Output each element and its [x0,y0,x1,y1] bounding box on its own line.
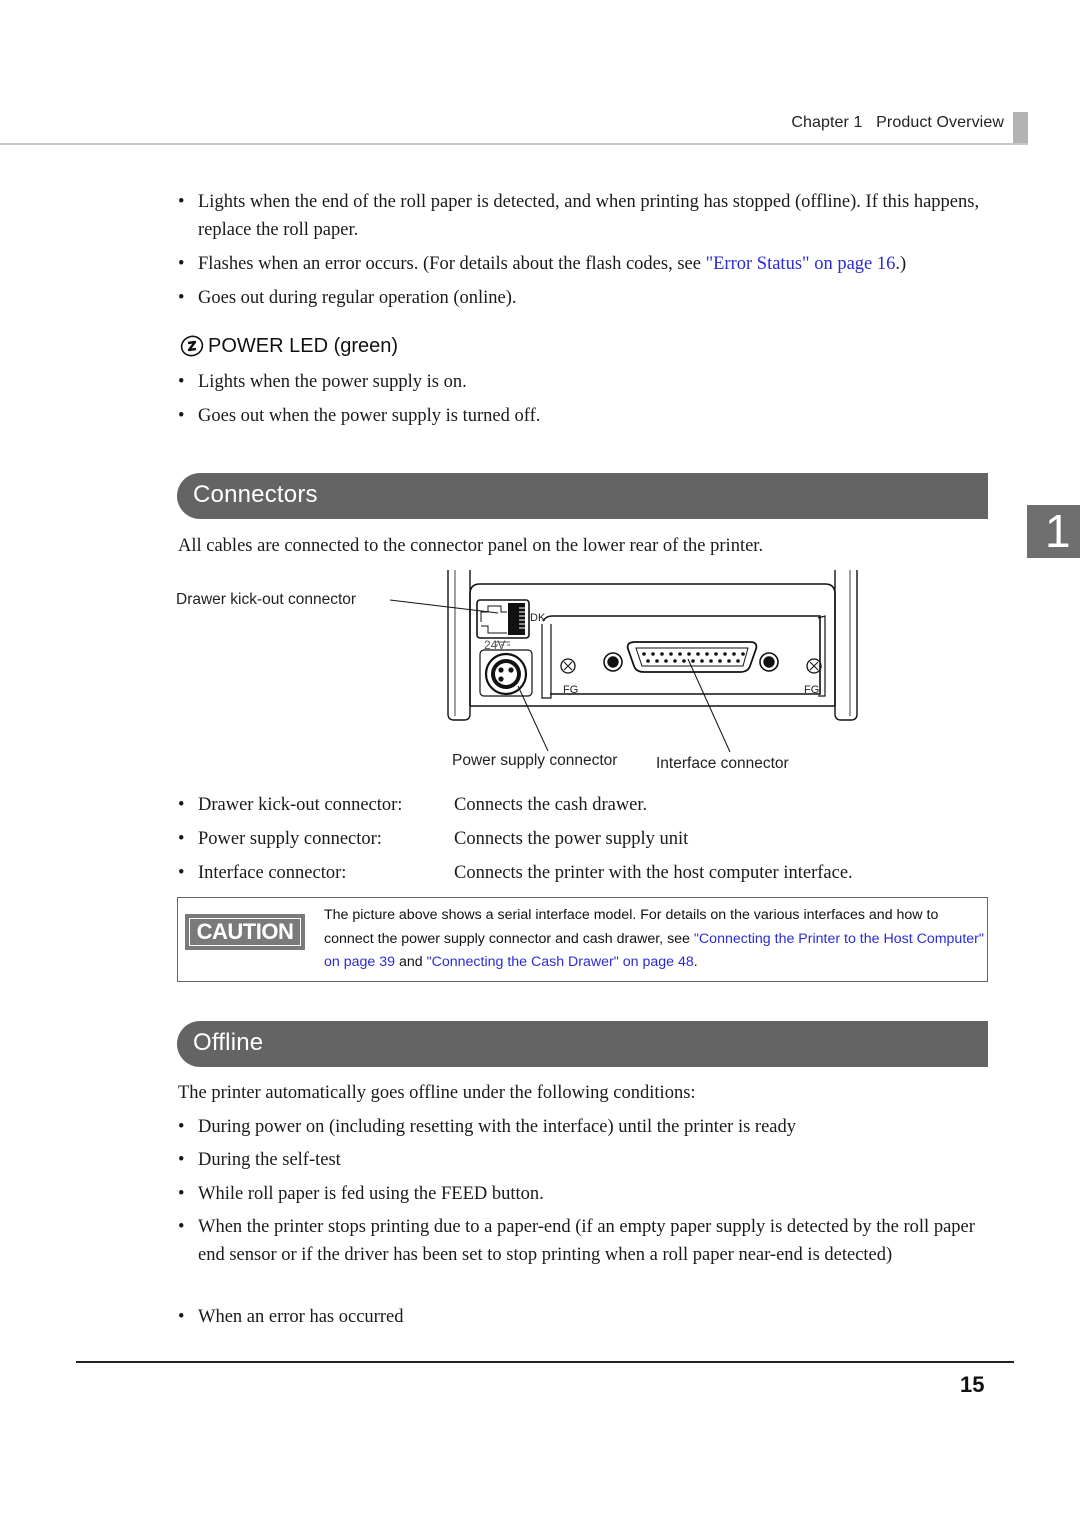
d-sub-pins [642,652,745,663]
bullet-icon: • [178,829,185,849]
bullet-icon: • [178,1217,185,1237]
header-rule [0,143,1028,145]
bullet-icon: • [178,1150,185,1170]
section-header-connectors: Connectors [177,473,988,519]
chapter-tab[interactable]: 1 [1027,505,1080,558]
list-item: • During power on (including resetting w… [178,1113,990,1141]
list-item: • Lights when the power supply is on. [178,368,990,396]
footer-rule [76,1361,1014,1363]
header-tab-marker [1013,112,1028,143]
list-item: • Goes out during regular operation (onl… [178,284,990,312]
leader-power [517,685,549,752]
list-item: • While roll paper is fed using the FEED… [178,1180,990,1208]
bullet-icon: • [178,288,185,308]
list-item: • During the self-test [178,1146,990,1174]
bullet-icon: • [178,1117,185,1137]
callout-drawer-kick-out: Drawer kick-out connector [176,591,357,608]
connector-panel-figure [389,570,858,753]
leader-drawer [389,599,499,614]
list-item: • Flashes when an error occurs. (For det… [178,250,1008,278]
power-led-heading: POWER LED (green) [180,334,398,358]
bullet-icon: • [178,372,185,392]
bullet-icon: • [178,254,185,274]
list-item: • Goes out when the power supply is turn… [178,402,990,430]
bullet-icon: • [178,863,185,883]
label-dk: DK [530,612,546,624]
bullet-icon: • [178,1184,185,1204]
power-led-icon [180,335,204,357]
section-header-offline: Offline [177,1021,988,1067]
page-number: 15 [960,1372,985,1397]
panel-outline [469,583,836,706]
running-header: Chapter 1 Product Overview [791,114,1004,132]
list-item: • When an error has occurred [178,1303,990,1331]
left-leg [447,570,471,721]
connectors-intro: All cables are connected to the connecto… [178,536,764,556]
label-fg-left: FG [563,684,579,696]
label-fg-right: FG [804,684,820,696]
link-connecting-cash-drawer[interactable]: "Connecting the Cash Drawer" on page 48 [427,954,694,970]
bullet-icon: • [178,192,185,212]
list-item: • When the printer stops printing due to… [178,1213,990,1269]
caution-text: The picture above shows a serial interfa… [324,907,984,970]
label-24v: 24V [484,638,506,652]
bullet-icon: • [178,795,185,815]
header-title: Product Overview [876,114,1004,131]
caution-badge: CAUTION [185,914,305,950]
bullet-icon: • [178,406,185,426]
offline-intro: The printer automatically goes offline u… [178,1083,696,1103]
caution-box: CAUTION The picture above shows a serial… [177,897,988,982]
right-leg [834,570,858,721]
header-chapter: Chapter 1 [791,114,863,131]
list-item: • Lights when the end of the roll paper … [178,188,990,244]
error-status-link[interactable]: "Error Status" on page 16 [706,254,896,274]
bullet-icon: • [178,1307,185,1327]
